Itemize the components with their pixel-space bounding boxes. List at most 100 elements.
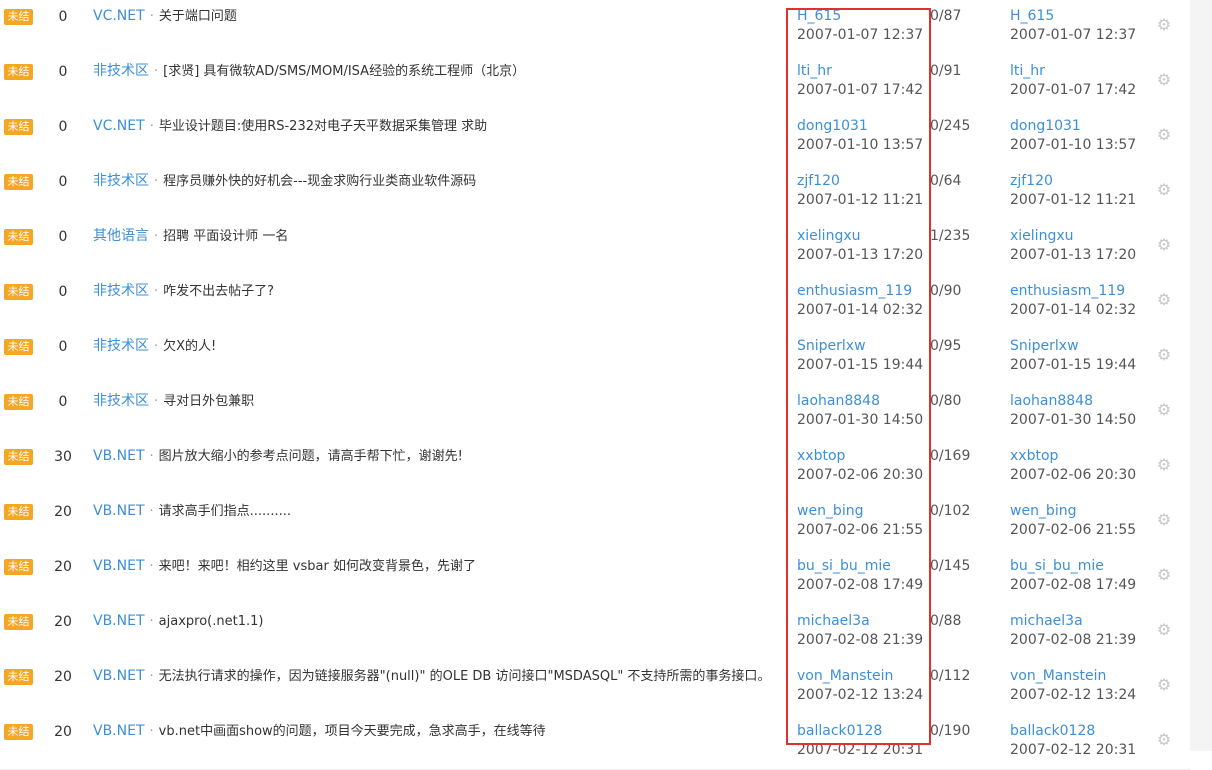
last-reply-time: 2007-01-15 19:44 bbox=[1010, 357, 1137, 373]
gear-icon[interactable]: ⚙ bbox=[1155, 511, 1173, 529]
thread-row: 未结 20 VB.NET · vb.net中画面show的问题，项目今天要完成，急求… bbox=[0, 714, 1190, 770]
gear-icon[interactable]: ⚙ bbox=[1155, 181, 1173, 199]
author-link[interactable]: enthusiasm_119 bbox=[797, 282, 927, 300]
author-cell: michael3a 2007-02-08 21:39 bbox=[797, 612, 927, 650]
status-badge: 未结 bbox=[4, 9, 33, 25]
author-link[interactable]: wen_bing bbox=[797, 502, 927, 520]
thread-row: 未结 0 VC.NET · 毕业设计题目:使用RS-232对电子天平数据采集管理 求… bbox=[0, 109, 1190, 165]
forum-link[interactable]: VC.NET bbox=[93, 8, 145, 24]
forum-link[interactable]: VB.NET bbox=[93, 448, 145, 464]
gear-icon[interactable]: ⚙ bbox=[1155, 456, 1173, 474]
last-reply-user-link[interactable]: michael3a bbox=[1010, 612, 1155, 630]
last-reply-user-link[interactable]: H_615 bbox=[1010, 7, 1155, 25]
author-link[interactable]: dong1031 bbox=[797, 117, 927, 135]
gear-icon[interactable]: ⚙ bbox=[1155, 16, 1173, 34]
author-link[interactable]: michael3a bbox=[797, 612, 927, 630]
author-link[interactable]: ballack0128 bbox=[797, 722, 927, 740]
forum-link[interactable]: VB.NET bbox=[93, 613, 145, 629]
forum-link[interactable]: VB.NET bbox=[93, 503, 145, 519]
author-link[interactable]: xielingxu bbox=[797, 227, 927, 245]
last-reply-user-link[interactable]: xielingxu bbox=[1010, 227, 1155, 245]
scrollbar-track[interactable] bbox=[1190, 0, 1212, 751]
author-post-time: 2007-01-10 13:57 bbox=[797, 137, 924, 153]
thread-title-link[interactable]: 程序员赚外快的好机会---现金求购行业类商业软件源码 bbox=[163, 174, 476, 189]
thread-row: 未结 0 非技术区 · 程序员赚外快的好机会---现金求购行业类商业软件源码 zjf… bbox=[0, 164, 1190, 220]
thread-title-link[interactable]: ajaxpro(.net1.1) bbox=[159, 614, 264, 629]
author-link[interactable]: Sniperlxw bbox=[797, 337, 927, 355]
status-badge: 未结 bbox=[4, 229, 33, 245]
thread-topic: VB.NET · 图片放大缩小的参考点问题，请高手帮下忙，谢谢先! bbox=[93, 447, 783, 466]
forum-link[interactable]: VC.NET bbox=[93, 118, 145, 134]
last-reply-user-link[interactable]: ballack0128 bbox=[1010, 722, 1155, 740]
last-reply-user-link[interactable]: laohan8848 bbox=[1010, 392, 1155, 410]
status-badge: 未结 bbox=[4, 119, 33, 135]
last-reply-user-link[interactable]: wen_bing bbox=[1010, 502, 1155, 520]
thread-title-link[interactable]: 毕业设计题目:使用RS-232对电子天平数据采集管理 求助 bbox=[159, 119, 487, 134]
author-link[interactable]: lti_hr bbox=[797, 62, 927, 80]
thread-title-link[interactable]: 无法执行请求的操作，因为链接服务器"(null)" 的OLE DB 访问接口"M… bbox=[159, 669, 771, 684]
forum-link[interactable]: 非技术区 bbox=[93, 63, 149, 79]
last-reply-user-link[interactable]: bu_si_bu_mie bbox=[1010, 557, 1155, 575]
author-link[interactable]: laohan8848 bbox=[797, 392, 927, 410]
last-reply-user-link[interactable]: zjf120 bbox=[1010, 172, 1155, 190]
forum-link[interactable]: 非技术区 bbox=[93, 283, 149, 299]
forum-link[interactable]: 其他语言 bbox=[93, 228, 149, 244]
thread-title-link[interactable]: 寻对日外包兼职 bbox=[163, 394, 254, 409]
last-reply-user-link[interactable]: dong1031 bbox=[1010, 117, 1155, 135]
author-link[interactable]: H_615 bbox=[797, 7, 927, 25]
last-reply-user-link[interactable]: Sniperlxw bbox=[1010, 337, 1155, 355]
last-reply-user-link[interactable]: enthusiasm_119 bbox=[1010, 282, 1155, 300]
reward-score: 30 bbox=[54, 449, 72, 465]
forum-link[interactable]: 非技术区 bbox=[93, 173, 149, 189]
gear-icon[interactable]: ⚙ bbox=[1155, 126, 1173, 144]
reply-view-count: 0/91 bbox=[930, 63, 962, 79]
thread-title-link[interactable]: 请求高手们指点.......... bbox=[159, 504, 291, 519]
author-link[interactable]: bu_si_bu_mie bbox=[797, 557, 927, 575]
forum-link[interactable]: VB.NET bbox=[93, 668, 145, 684]
last-reply-cell: enthusiasm_119 2007-01-14 02:32 bbox=[1010, 282, 1155, 320]
forum-link[interactable]: 非技术区 bbox=[93, 393, 149, 409]
reply-view-count: 0/90 bbox=[930, 283, 962, 299]
thread-title-link[interactable]: 关于端口问题 bbox=[159, 9, 237, 24]
last-reply-time: 2007-01-07 12:37 bbox=[1010, 27, 1137, 43]
last-reply-user-link[interactable]: von_Manstein bbox=[1010, 667, 1155, 685]
gear-icon[interactable]: ⚙ bbox=[1155, 621, 1173, 639]
author-link[interactable]: von_Manstein bbox=[797, 667, 927, 685]
last-reply-user-link[interactable]: xxbtop bbox=[1010, 447, 1155, 465]
thread-title-link[interactable]: [求贤] 具有微软AD/SMS/MOM/ISA经验的系统工程师（北京） bbox=[163, 64, 525, 79]
last-reply-cell: bu_si_bu_mie 2007-02-08 17:49 bbox=[1010, 557, 1155, 595]
thread-topic: 非技术区 · 寻对日外包兼职 bbox=[93, 392, 783, 411]
thread-row: 未结 0 非技术区 · [求贤] 具有微软AD/SMS/MOM/ISA经验的系统工程… bbox=[0, 54, 1190, 110]
reward-score: 0 bbox=[58, 339, 68, 355]
gear-icon[interactable]: ⚙ bbox=[1155, 566, 1173, 584]
reply-view-count: 0/169 bbox=[930, 448, 971, 464]
status-badge: 未结 bbox=[4, 669, 33, 685]
reply-view-count: 0/80 bbox=[930, 393, 962, 409]
gear-icon[interactable]: ⚙ bbox=[1155, 291, 1173, 309]
thread-title-link[interactable]: vb.net中画面show的问题，项目今天要完成，急求高手，在线等待 bbox=[159, 724, 546, 739]
thread-title-link[interactable]: 来吧！来吧！相约这里 vsbar 如何改变背景色，先谢了 bbox=[159, 559, 476, 574]
gear-icon[interactable]: ⚙ bbox=[1155, 676, 1173, 694]
thread-topic: 非技术区 · [求贤] 具有微软AD/SMS/MOM/ISA经验的系统工程师（北京） bbox=[93, 62, 783, 81]
last-reply-time: 2007-02-12 13:24 bbox=[1010, 687, 1137, 703]
gear-icon[interactable]: ⚙ bbox=[1155, 71, 1173, 89]
author-link[interactable]: zjf120 bbox=[797, 172, 927, 190]
forum-link[interactable]: VB.NET bbox=[93, 558, 145, 574]
gear-icon[interactable]: ⚙ bbox=[1155, 401, 1173, 419]
thread-topic: 非技术区 · 咋发不出去帖子了? bbox=[93, 282, 783, 301]
author-link[interactable]: xxbtop bbox=[797, 447, 927, 465]
forum-link[interactable]: VB.NET bbox=[93, 723, 145, 739]
forum-link[interactable]: 非技术区 bbox=[93, 338, 149, 354]
thread-title-link[interactable]: 欠X的人! bbox=[163, 339, 216, 354]
gear-icon[interactable]: ⚙ bbox=[1155, 236, 1173, 254]
gear-icon[interactable]: ⚙ bbox=[1155, 346, 1173, 364]
last-reply-time: 2007-01-10 13:57 bbox=[1010, 137, 1137, 153]
gear-icon[interactable]: ⚙ bbox=[1155, 731, 1173, 749]
thread-title-link[interactable]: 图片放大缩小的参考点问题，请高手帮下忙，谢谢先! bbox=[159, 449, 463, 464]
status-badge: 未结 bbox=[4, 284, 33, 300]
separator: · bbox=[154, 394, 159, 409]
thread-title-link[interactable]: 招聘 平面设计师 一名 bbox=[163, 229, 288, 244]
last-reply-user-link[interactable]: lti_hr bbox=[1010, 62, 1155, 80]
last-reply-time: 2007-02-08 17:49 bbox=[1010, 577, 1137, 593]
thread-title-link[interactable]: 咋发不出去帖子了? bbox=[163, 284, 274, 299]
